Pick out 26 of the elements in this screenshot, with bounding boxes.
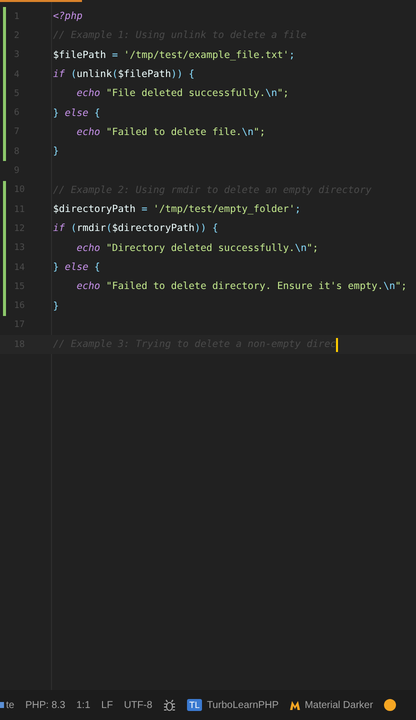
- code-line: echo "Failed to delete directory. Ensure it's empty.\n";: [76, 281, 407, 292]
- line-separator[interactable]: LF: [101, 700, 113, 710]
- project-name[interactable]: TurboLearnPHP: [206, 700, 279, 710]
- project-badge[interactable]: TL: [187, 699, 202, 711]
- code-line: echo "File deleted successfully.\n";: [76, 88, 289, 100]
- bug-icon[interactable]: [163, 698, 176, 712]
- code-line: echo "Directory deleted successfully.\n";: [76, 242, 318, 254]
- code-line: } else {: [53, 108, 100, 119]
- code-line: $filePath = '/tmp/test/example_file.txt';: [53, 50, 295, 61]
- code-line: if (unlink($filePath)) {: [53, 69, 195, 80]
- code-line: if (rmdir($directoryPath)) {: [53, 223, 218, 234]
- code-line: <?php: [53, 11, 82, 22]
- code-line: }: [53, 146, 59, 158]
- code-line: }: [53, 300, 59, 312]
- file-icon: [0, 701, 4, 709]
- theme-icon[interactable]: [290, 700, 300, 710]
- text-cursor: [336, 338, 338, 352]
- language-level[interactable]: PHP: 8.3: [25, 700, 66, 710]
- caret-position[interactable]: 1:1: [76, 700, 90, 710]
- theme-name[interactable]: Material Darker: [304, 700, 374, 710]
- code-line: echo "Failed to delete file.\n";: [76, 126, 266, 138]
- notification-dot[interactable]: [384, 699, 396, 711]
- file-encoding[interactable]: UTF-8: [124, 700, 152, 710]
- code-line: } else {: [53, 262, 100, 273]
- status-item[interactable]: te: [6, 700, 14, 710]
- code-line: $directoryPath = '/tmp/test/empty_folder';: [53, 204, 301, 216]
